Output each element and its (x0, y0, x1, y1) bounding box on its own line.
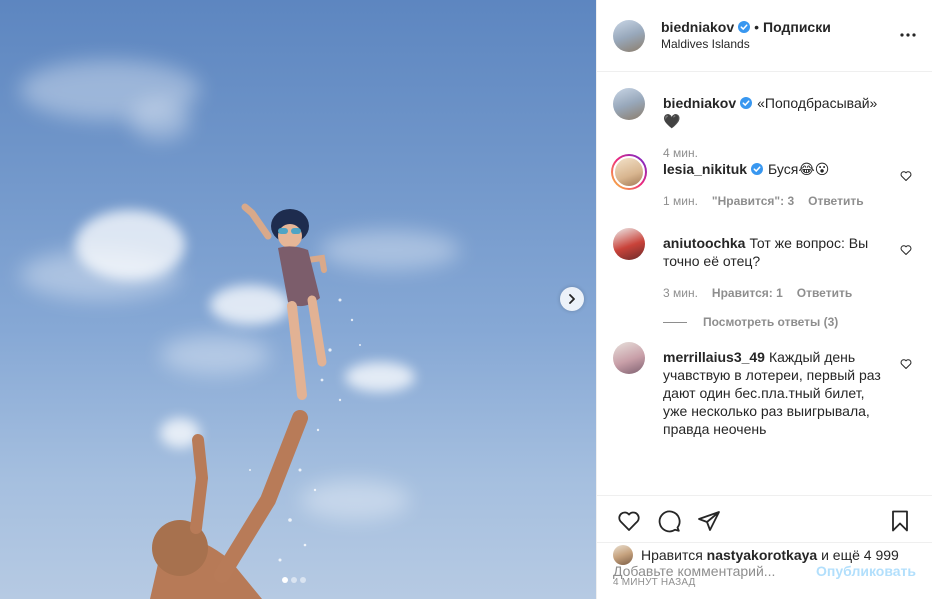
comment-avatar (613, 156, 645, 188)
caption-username[interactable]: biedniakov (663, 95, 736, 111)
carousel-dot-1 (282, 577, 288, 583)
comments-list[interactable]: biedniakov «Поподбрасывай» 🖤 4 мин. lesia… (597, 72, 932, 495)
comment-likes-count[interactable]: Нравится: 1 (712, 284, 783, 302)
publish-button[interactable]: Опубликовать (816, 563, 916, 579)
caption: biedniakov «Поподбрасывай» 🖤 4 мин. (613, 88, 932, 160)
save-button[interactable] (880, 501, 920, 541)
bookmark-icon (892, 510, 908, 532)
reply-button[interactable]: Ответить (808, 192, 863, 210)
people-illustration (150, 203, 361, 599)
header-separator: • (754, 18, 760, 35)
carousel-indicator (282, 577, 306, 583)
comment-like-icon[interactable] (900, 244, 912, 256)
verified-badge-icon (738, 21, 751, 33)
heart-icon (618, 511, 640, 531)
carousel-dot-2 (291, 577, 297, 583)
chevron-right-icon (569, 294, 575, 304)
carousel-next-button[interactable] (560, 287, 584, 311)
post-location[interactable]: Maldives Islands (661, 36, 831, 53)
comment-time: 3 мин. (663, 286, 698, 300)
comment-button[interactable] (649, 501, 689, 541)
comment-item: merrillaius3_49 Каждый день учавствую в л… (613, 342, 932, 438)
verified-badge-icon (740, 97, 753, 109)
more-horizontal-icon (900, 33, 916, 37)
author-username[interactable]: biedniakov (661, 19, 734, 36)
comment-username[interactable]: aniutoochka (663, 235, 745, 251)
post-container: biedniakov • Подписки Maldives Islands b… (0, 0, 932, 599)
verified-badge-icon (751, 163, 764, 175)
comment-avatar[interactable] (613, 342, 645, 374)
replies-divider-line (663, 321, 687, 323)
comment-username[interactable]: merrillaius3_49 (663, 349, 765, 365)
carousel-dot-3 (300, 577, 306, 583)
post-actions-bar (597, 495, 932, 545)
comment-likes-count[interactable]: "Нравится": 3 (712, 192, 794, 210)
share-button[interactable] (689, 501, 729, 541)
share-icon (698, 510, 720, 531)
comment-input[interactable] (613, 563, 817, 579)
reply-button[interactable]: Ответить (797, 284, 852, 302)
following-button[interactable]: Подписки (763, 19, 831, 36)
view-replies-button[interactable]: Посмотреть ответы (3) (663, 302, 932, 342)
more-options-button[interactable] (900, 27, 916, 43)
view-replies-label: Посмотреть ответы (3) (703, 315, 839, 329)
comment-avatar-story-ring[interactable] (611, 154, 647, 190)
comment-item: lesia_nikituk Буся😂😮 1 мин. "Нравится": 3… (611, 154, 932, 228)
comment-like-icon[interactable] (900, 170, 912, 182)
add-comment-bar: Опубликовать (597, 542, 932, 599)
comment-like-icon[interactable] (900, 358, 912, 370)
like-button[interactable] (609, 501, 649, 541)
comment-username[interactable]: lesia_nikituk (663, 161, 747, 177)
author-avatar[interactable] (613, 19, 645, 52)
comment-time: 1 мин. (663, 194, 698, 208)
post-side-panel: biedniakov • Подписки Maldives Islands b… (596, 0, 932, 599)
post-header: biedniakov • Подписки Maldives Islands (597, 0, 932, 72)
caption-avatar[interactable] (613, 88, 645, 120)
comment-item: aniutoochka Тот же вопрос: Вы точно её от… (613, 228, 932, 302)
post-photo[interactable] (0, 0, 596, 599)
comment-text: Буся😂😮 (768, 161, 830, 177)
comment-avatar[interactable] (613, 228, 645, 260)
comment-icon (658, 510, 681, 532)
